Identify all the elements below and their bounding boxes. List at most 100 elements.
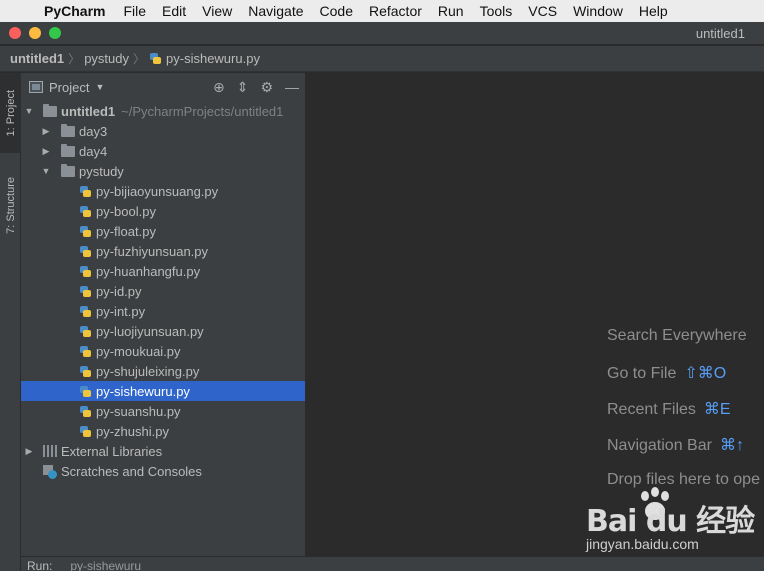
- hint-recent-files: Recent Files ⌘E: [607, 399, 731, 419]
- tree-file-label: py-zhushi.py: [96, 423, 169, 439]
- chevron-down-icon[interactable]: ▼: [95, 82, 104, 92]
- menu-view[interactable]: View: [194, 3, 240, 19]
- collapsed-arrow-icon[interactable]: ▶: [24, 446, 34, 457]
- menu-navigate[interactable]: Navigate: [240, 3, 311, 19]
- folder-icon: [61, 163, 75, 177]
- traffic-lights: [0, 27, 61, 39]
- tree-external-libraries[interactable]: ▶ External Libraries: [21, 441, 305, 461]
- tool-tab-project[interactable]: 1: Project: [0, 73, 21, 153]
- tree-file[interactable]: py-luojiyunsuan.py: [21, 321, 305, 341]
- tree-file-label: py-moukuai.py: [96, 343, 181, 359]
- tree-file-label: py-suanshu.py: [96, 403, 181, 419]
- macos-menubar: PyCharm File Edit View Navigate Code Ref…: [0, 0, 764, 22]
- tree-file[interactable]: py-shujuleixing.py: [21, 361, 305, 381]
- tree-root-path: ~/PycharmProjects/untitled1: [121, 103, 284, 119]
- tool-tab-structure-label: 7: Structure: [4, 177, 17, 234]
- zoom-window-button[interactable]: [49, 27, 61, 39]
- menu-window[interactable]: Window: [565, 3, 631, 19]
- menu-vcs[interactable]: VCS: [520, 3, 565, 19]
- python-file-icon: [79, 285, 92, 298]
- project-tree: ▼ untitled1 ~/PycharmProjects/untitled1 …: [21, 101, 305, 481]
- tree-file[interactable]: py-huanhangfu.py: [21, 261, 305, 281]
- folder-icon: [61, 143, 75, 157]
- minimize-icon[interactable]: —: [285, 79, 299, 95]
- close-window-button[interactable]: [9, 27, 21, 39]
- hint-search-everywhere-label: Search Everywhere: [607, 327, 747, 344]
- menu-tools[interactable]: Tools: [472, 3, 521, 19]
- menu-file[interactable]: File: [115, 3, 154, 19]
- project-panel: Project ▼ ⊕ ⇕ ⚙ — ▼ untitled1 ~/PycharmP…: [21, 73, 306, 571]
- run-label[interactable]: Run:: [27, 559, 52, 571]
- tree-root-name: untitled1: [61, 103, 116, 119]
- collapsed-arrow-icon[interactable]: ▶: [41, 126, 51, 137]
- expanded-arrow-icon[interactable]: ▼: [24, 106, 34, 116]
- tree-root[interactable]: ▼ untitled1 ~/PycharmProjects/untitled1: [21, 101, 305, 121]
- tree-file[interactable]: py-bool.py: [21, 201, 305, 221]
- editor-area[interactable]: Search Everywhere Go to File ⇧⌘O Recent F…: [306, 73, 764, 556]
- tree-file-label: py-huanhangfu.py: [96, 263, 201, 279]
- tree-file[interactable]: py-fuzhiyunsuan.py: [21, 241, 305, 261]
- python-file-icon: [79, 365, 92, 378]
- python-file-icon: [79, 225, 92, 238]
- tree-folder-day4[interactable]: ▶ day4: [21, 141, 305, 161]
- menu-refactor[interactable]: Refactor: [361, 3, 430, 19]
- tree-file[interactable]: py-suanshu.py: [21, 401, 305, 421]
- breadcrumb-folder[interactable]: pystudy: [84, 51, 129, 66]
- run-target-tab[interactable]: py-sishewuru: [70, 559, 141, 571]
- collapse-icon[interactable]: ⇕: [237, 79, 249, 96]
- locate-icon[interactable]: ⊕: [213, 79, 225, 96]
- menu-app-name[interactable]: PyCharm: [34, 3, 115, 19]
- tree-file[interactable]: py-int.py: [21, 301, 305, 321]
- breadcrumb: untitled1 〉 pystudy 〉 py-sishewuru.py: [0, 46, 764, 72]
- baidu-watermark: Bai du 经验 jingyan.baidu.com: [586, 486, 756, 556]
- menu-run[interactable]: Run: [430, 3, 472, 19]
- run-tool-bar: Run: py-sishewuru: [21, 556, 764, 571]
- tool-tab-structure[interactable]: 7: Structure: [0, 163, 21, 248]
- folder-icon: [61, 123, 75, 137]
- tree-file[interactable]: py-id.py: [21, 281, 305, 301]
- tree-file[interactable]: py-float.py: [21, 221, 305, 241]
- hint-go-to-file: Go to File ⇧⌘O: [607, 363, 726, 383]
- tree-folder-day3[interactable]: ▶ day3: [21, 121, 305, 141]
- tree-scratches-label: Scratches and Consoles: [61, 463, 202, 479]
- tree-file-label: py-sishewuru.py: [96, 383, 190, 399]
- tree-folder-label: day3: [79, 123, 108, 139]
- python-file-icon: [79, 345, 92, 358]
- breadcrumb-file[interactable]: py-sishewuru.py: [149, 51, 260, 66]
- collapsed-arrow-icon[interactable]: ▶: [41, 146, 51, 157]
- project-panel-header: Project ▼ ⊕ ⇕ ⚙ —: [21, 73, 305, 101]
- tree-scratches[interactable]: Scratches and Consoles: [21, 461, 305, 481]
- python-file-icon: [79, 385, 92, 398]
- menu-help[interactable]: Help: [631, 3, 676, 19]
- tree-file[interactable]: py-moukuai.py: [21, 341, 305, 361]
- tool-tab-project-label: 1: Project: [4, 89, 17, 137]
- tree-file[interactable]: py-zhushi.py: [21, 421, 305, 441]
- tree-file-label: py-fuzhiyunsuan.py: [96, 243, 209, 259]
- tree-file-selected[interactable]: py-sishewuru.py: [21, 381, 305, 401]
- breadcrumb-file-label: py-sishewuru.py: [166, 51, 260, 66]
- breadcrumb-separator-icon: 〉: [133, 52, 146, 66]
- window-titlebar: untitled1: [0, 22, 764, 45]
- hint-go-to-file-shortcut: ⇧⌘O: [684, 365, 727, 382]
- tree-folder-label: day4: [79, 143, 108, 159]
- hint-navigation-bar-label: Navigation Bar: [607, 437, 712, 454]
- tree-external-libraries-label: External Libraries: [61, 443, 163, 459]
- breadcrumb-project[interactable]: untitled1: [10, 51, 64, 66]
- project-panel-title[interactable]: Project: [49, 80, 89, 95]
- minimize-window-button[interactable]: [29, 27, 41, 39]
- breadcrumb-separator-icon: 〉: [68, 52, 81, 66]
- menu-edit[interactable]: Edit: [154, 3, 194, 19]
- tree-folder-pystudy[interactable]: ▼ pystudy: [21, 161, 305, 181]
- tree-file-label: py-int.py: [96, 303, 146, 319]
- python-file-icon: [79, 205, 92, 218]
- gear-icon[interactable]: ⚙: [260, 79, 273, 96]
- hint-recent-files-shortcut: ⌘E: [703, 401, 731, 418]
- menu-code[interactable]: Code: [312, 3, 361, 19]
- tree-folder-label: pystudy: [79, 163, 124, 179]
- baidu-url: jingyan.baidu.com: [586, 536, 699, 552]
- tree-file[interactable]: py-bijiaoyunsuang.py: [21, 181, 305, 201]
- tree-file-label: py-bijiaoyunsuang.py: [96, 183, 219, 199]
- expanded-arrow-icon[interactable]: ▼: [41, 166, 51, 176]
- python-file-icon: [79, 425, 92, 438]
- scratches-icon: [43, 464, 57, 479]
